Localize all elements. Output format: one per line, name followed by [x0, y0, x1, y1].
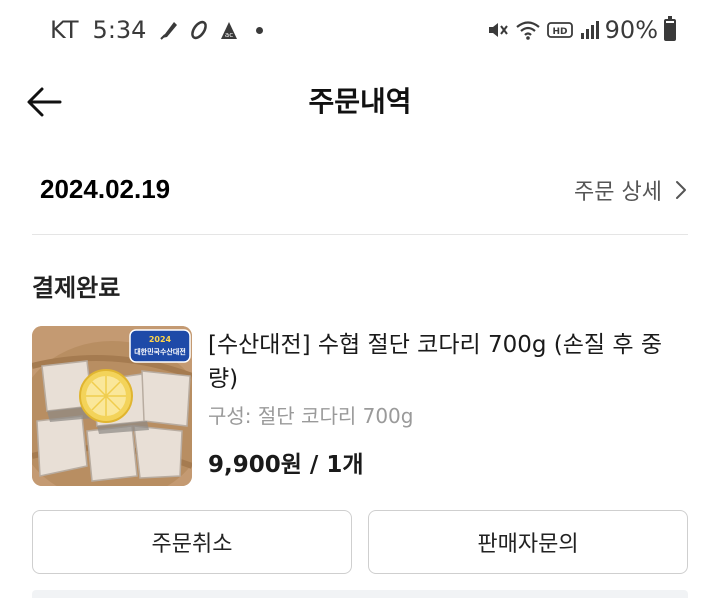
app-header: 주문내역: [0, 60, 720, 140]
mute-icon: [488, 23, 508, 37]
quill-icon: [160, 22, 178, 40]
battery-icon: [664, 16, 676, 41]
svg-text:HD: HD: [552, 27, 567, 37]
product-image[interactable]: 2024 대한민국수산대전: [32, 326, 192, 486]
link-icon: [191, 20, 208, 40]
order-date-row: 2024.02.19 주문 상세: [32, 160, 688, 220]
carrier-label: KT: [50, 16, 79, 44]
signal-icon: [580, 21, 599, 39]
clock: 5:34: [92, 16, 147, 44]
divider: [32, 234, 688, 235]
product-item[interactable]: 2024 대한민국수산대전 [수산대전] 수협 절단 코다리 700g (손질 …: [32, 326, 688, 486]
product-price: 9,900원 / 1개: [208, 452, 364, 478]
cancel-order-button[interactable]: 주문취소: [32, 510, 352, 574]
battery-percent: 90%: [604, 16, 658, 44]
notification-dot: [256, 26, 264, 34]
product-info: [수산대전] 수협 절단 코다리 700g (손질 후 중량) 구성: 절단 코…: [208, 328, 688, 479]
status-bar: KT 5:34 ac HD 90%: [0, 0, 720, 60]
svg-text:대한민국수산대전: 대한민국수산대전: [134, 347, 186, 356]
svg-text:2024: 2024: [149, 335, 172, 344]
status-left: KT 5:34 ac: [50, 16, 264, 44]
payment-status: 결제완료: [32, 274, 121, 302]
next-card-edge: [32, 590, 688, 598]
svg-text:ac: ac: [225, 31, 233, 39]
hd-icon: HD: [546, 22, 573, 38]
page-title: 주문내역: [308, 85, 412, 118]
order-detail-label: 주문 상세: [574, 180, 662, 205]
status-right: HD 90%: [487, 16, 676, 44]
product-name[interactable]: [수산대전] 수협 절단 코다리 700g (손질 후 중량): [208, 328, 688, 396]
ac-icon: ac: [221, 22, 238, 39]
chevron-right-icon: [676, 181, 686, 199]
product-option: 구성: 절단 코다리 700g: [208, 404, 414, 428]
order-date: 2024.02.19: [40, 174, 171, 204]
battery-fill: [666, 22, 674, 39]
seller-inquiry-button[interactable]: 판매자문의: [368, 510, 688, 574]
wifi-icon: [515, 21, 540, 40]
order-detail-link[interactable]: 주문 상세: [574, 174, 688, 206]
